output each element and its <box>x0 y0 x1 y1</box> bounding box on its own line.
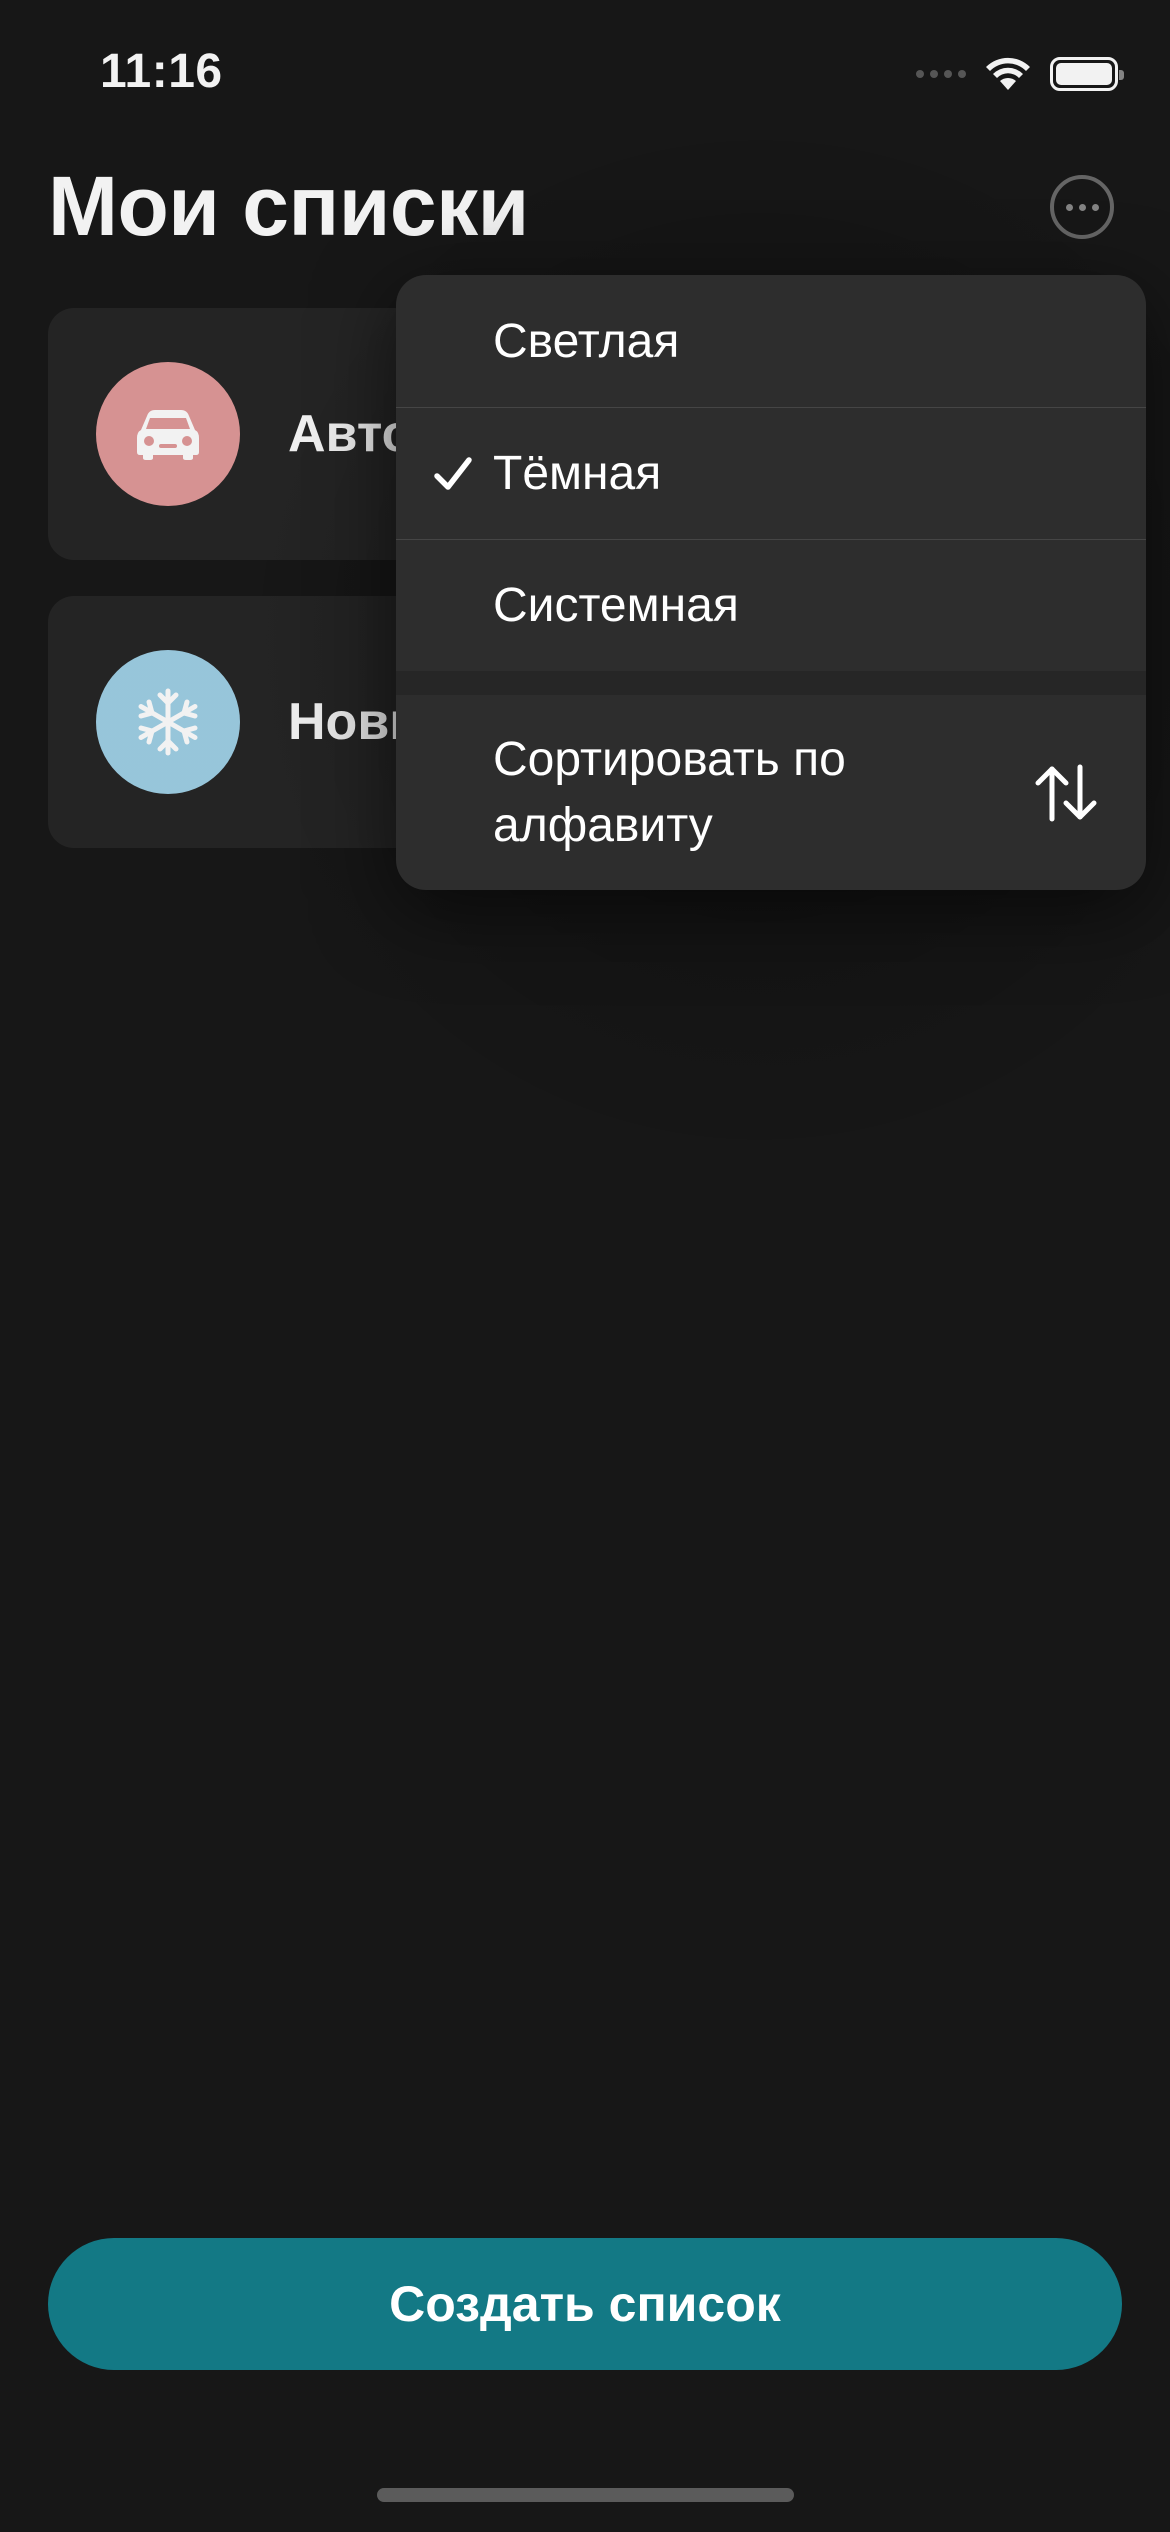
menu-item-system[interactable]: Системная <box>396 539 1146 671</box>
page-title: Мои списки <box>48 159 529 253</box>
menu-item-label: Светлая <box>493 314 680 368</box>
menu-item-label: Сортировать по алфавиту <box>493 732 846 852</box>
car-icon <box>96 362 240 506</box>
menu-item-label: Тёмная <box>493 447 662 500</box>
menu-item-dark[interactable]: Тёмная <box>396 407 1146 539</box>
arrow-up-down-icon <box>1035 764 1097 822</box>
wifi-icon <box>986 57 1030 90</box>
screen: 11:16 Мои списки Авто Новый Светлая Тёмн… <box>0 0 1170 2532</box>
battery-icon <box>1050 57 1124 91</box>
status-time: 11:16 <box>100 45 223 98</box>
status-icons <box>916 54 1124 94</box>
menu-separator <box>396 671 1146 695</box>
checkmark-icon <box>434 457 472 490</box>
home-indicator[interactable] <box>377 2488 794 2502</box>
menu-item-sort-alphabetically[interactable]: Сортировать по алфавиту <box>396 695 1146 890</box>
list-item-label: Авто <box>288 405 414 463</box>
create-list-button[interactable]: Создать список <box>48 2238 1122 2370</box>
ellipsis-circle-icon <box>1065 203 1073 211</box>
theme-menu: Светлая Тёмная Системная Сортировать по … <box>396 275 1146 890</box>
menu-item-light[interactable]: Светлая <box>396 275 1146 407</box>
more-options-button[interactable] <box>1050 175 1114 239</box>
cellular-signal-icon <box>916 70 966 78</box>
snowflake-icon <box>96 650 240 794</box>
menu-item-label: Системная <box>493 579 739 632</box>
